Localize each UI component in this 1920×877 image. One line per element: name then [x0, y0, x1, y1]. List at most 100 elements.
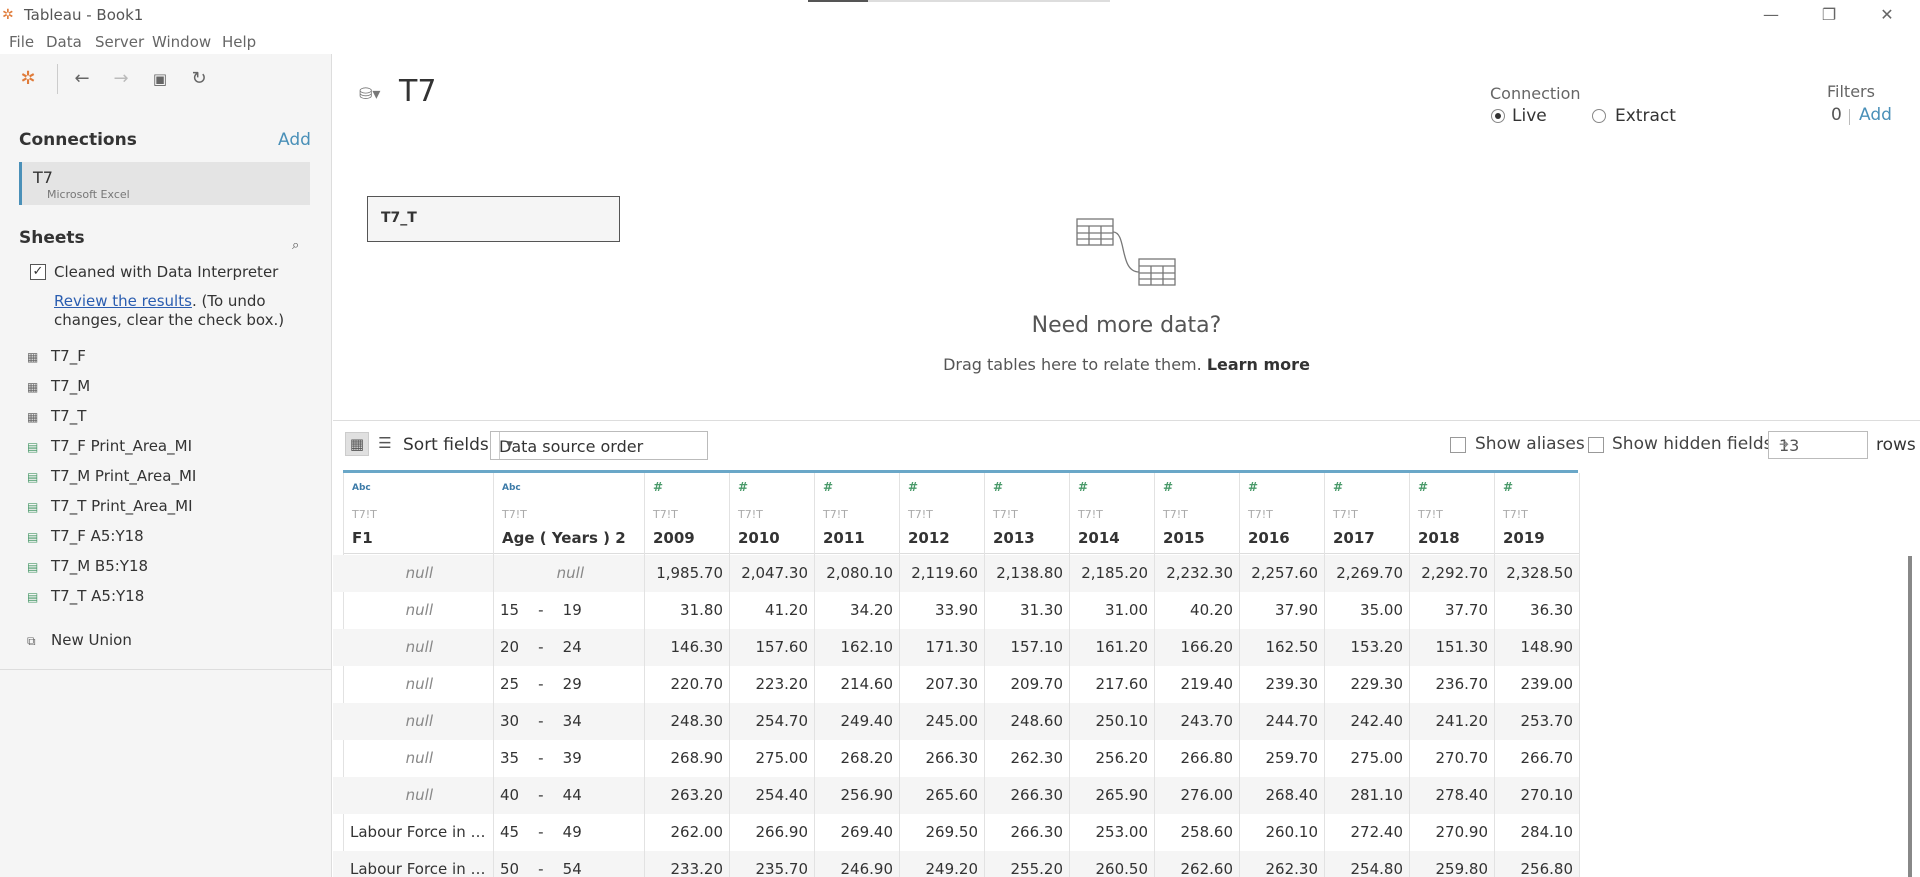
add-connection-link[interactable]: Add — [278, 130, 311, 150]
vertical-scrollbar[interactable] — [1908, 556, 1912, 877]
column-name[interactable]: 2011 — [823, 529, 865, 547]
menu-server[interactable]: Server — [95, 33, 144, 51]
sort-fields-select[interactable]: Data source order ▼ — [490, 431, 708, 460]
forward-icon[interactable]: → — [109, 67, 133, 91]
column-header[interactable]: # T7!T 2019 — [1495, 473, 1579, 554]
string-type-icon[interactable]: Abc — [502, 483, 521, 493]
number-type-icon[interactable]: # — [993, 480, 1003, 494]
number-type-icon[interactable]: # — [1248, 480, 1258, 494]
table-row[interactable] — [333, 555, 344, 592]
column-header[interactable]: # T7!T 2009 — [645, 473, 729, 554]
table-row[interactable] — [333, 629, 344, 666]
live-label[interactable]: Live — [1512, 106, 1547, 126]
sheet-item-t7-m-print-area[interactable]: ▤ T7_M Print_Area_MI — [27, 467, 196, 489]
number-type-icon[interactable]: # — [1078, 480, 1088, 494]
data-interpreter-checkbox[interactable]: ✓ — [30, 264, 46, 280]
table-cell: 253.00 — [1095, 823, 1149, 841]
column-header[interactable]: # T7!T 2017 — [1325, 473, 1409, 554]
number-type-icon[interactable]: # — [1163, 480, 1173, 494]
number-type-icon[interactable]: # — [1503, 480, 1513, 494]
column-header[interactable]: # T7!T 2010 — [730, 473, 814, 554]
column-name[interactable]: 2012 — [908, 529, 950, 547]
tableau-home-icon[interactable]: ✲ — [16, 67, 40, 91]
learn-more-link[interactable]: Learn more — [1207, 355, 1310, 374]
column-header[interactable]: # T7!T 2014 — [1070, 473, 1154, 554]
live-radio[interactable] — [1491, 109, 1505, 123]
search-icon[interactable]: ⌕ — [292, 238, 299, 253]
table-row[interactable] — [333, 666, 344, 703]
save-icon[interactable]: ▣ — [148, 67, 172, 91]
column-header[interactable]: # T7!T 2011 — [815, 473, 899, 554]
review-results-link[interactable]: Review the results — [54, 292, 192, 310]
sheet-item-t7-m-range[interactable]: ▤ T7_M B5:Y18 — [27, 557, 148, 579]
table-row[interactable] — [333, 851, 344, 877]
menu-data[interactable]: Data — [46, 33, 82, 51]
column-name[interactable]: Age ( Years ) 2 — [502, 529, 626, 547]
column-header[interactable]: # T7!T 2018 — [1410, 473, 1494, 554]
arrow-right-icon[interactable]: ➔ — [1779, 437, 1862, 451]
column-header[interactable]: # T7!T 2016 — [1240, 473, 1324, 554]
column-name[interactable]: F1 — [352, 529, 373, 547]
sheet-item-t7-f-range[interactable]: ▤ T7_F A5:Y18 — [27, 527, 144, 549]
restore-icon[interactable]: ❐ — [1800, 2, 1858, 28]
extract-label[interactable]: Extract — [1615, 106, 1676, 126]
column-header[interactable]: Abc T7!T Age ( Years ) 2 — [494, 473, 644, 554]
number-type-icon[interactable]: # — [823, 480, 833, 494]
menu-window[interactable]: Window — [152, 33, 211, 51]
table-cell: 214.60 — [840, 675, 894, 693]
table-row[interactable] — [333, 814, 344, 851]
database-icon[interactable]: ⛁▾ — [359, 84, 380, 103]
extract-radio[interactable] — [1592, 109, 1606, 123]
data-source-title[interactable]: T7 — [399, 74, 436, 109]
sheet-item-t7-f-print-area[interactable]: ▤ T7_F Print_Area_MI — [27, 437, 192, 459]
number-type-icon[interactable]: # — [908, 480, 918, 494]
sheet-item-t7-t[interactable]: ▦ T7_T — [27, 407, 86, 429]
back-icon[interactable]: ← — [70, 67, 94, 91]
column-name[interactable]: 2019 — [1503, 529, 1545, 547]
close-icon[interactable]: ✕ — [1858, 2, 1916, 28]
table-row[interactable] — [333, 740, 344, 777]
logical-table-t7-t[interactable]: T7_T — [367, 196, 620, 242]
show-aliases-label[interactable]: Show aliases — [1475, 434, 1585, 454]
column-name[interactable]: 2009 — [653, 529, 695, 547]
column-name[interactable]: 2015 — [1163, 529, 1205, 547]
table-row[interactable] — [333, 592, 344, 629]
column-header[interactable]: # T7!T 2012 — [900, 473, 984, 554]
grid-view-icon[interactable]: ▦ — [345, 432, 369, 456]
sheet-item-t7-f[interactable]: ▦ T7_F — [27, 347, 86, 369]
number-type-icon[interactable]: # — [1418, 480, 1428, 494]
rows-count-input[interactable]: 13 ➔ — [1768, 431, 1868, 459]
column-header[interactable]: # T7!T 2015 — [1155, 473, 1239, 554]
column-name[interactable]: 2016 — [1248, 529, 1290, 547]
sheet-item-t7-t-range[interactable]: ▤ T7_T A5:Y18 — [27, 587, 144, 609]
number-type-icon[interactable]: # — [738, 480, 748, 494]
column-header[interactable]: Abc T7!T F1 — [344, 473, 493, 554]
column-name[interactable]: 2010 — [738, 529, 780, 547]
string-type-icon[interactable]: Abc — [352, 483, 371, 493]
table-row[interactable] — [333, 777, 344, 814]
table-row[interactable] — [333, 703, 344, 740]
menu-file[interactable]: File — [9, 33, 34, 51]
column-name[interactable]: 2014 — [1078, 529, 1120, 547]
sheet-item-t7-t-print-area[interactable]: ▤ T7_T Print_Area_MI — [27, 497, 193, 519]
show-aliases-checkbox[interactable] — [1450, 437, 1466, 453]
sheet-label: T7_M Print_Area_MI — [51, 467, 197, 485]
minimize-icon[interactable]: — — [1742, 2, 1800, 28]
show-hidden-fields-label[interactable]: Show hidden fields — [1612, 434, 1773, 454]
sheet-item-t7-m[interactable]: ▦ T7_M — [27, 377, 90, 399]
list-view-icon[interactable]: ☰ — [373, 432, 397, 456]
number-type-icon[interactable]: # — [1333, 480, 1343, 494]
show-hidden-fields-checkbox[interactable] — [1588, 437, 1604, 453]
add-filter-link[interactable]: Add — [1859, 105, 1892, 125]
new-union-item[interactable]: ⧉ New Union — [27, 631, 132, 653]
refresh-icon[interactable]: ↻ — [187, 67, 211, 91]
table-cell: 268.90 — [670, 749, 724, 767]
menu-help[interactable]: Help — [222, 33, 256, 51]
column-header[interactable]: # T7!T 2013 — [985, 473, 1069, 554]
column-name[interactable]: 2013 — [993, 529, 1035, 547]
column-name[interactable]: 2018 — [1418, 529, 1460, 547]
column-name[interactable]: 2017 — [1333, 529, 1375, 547]
connection-item[interactable]: T7 Microsoft Excel — [19, 162, 310, 205]
number-type-icon[interactable]: # — [653, 480, 663, 494]
table-cell: 260.10 — [1265, 823, 1319, 841]
